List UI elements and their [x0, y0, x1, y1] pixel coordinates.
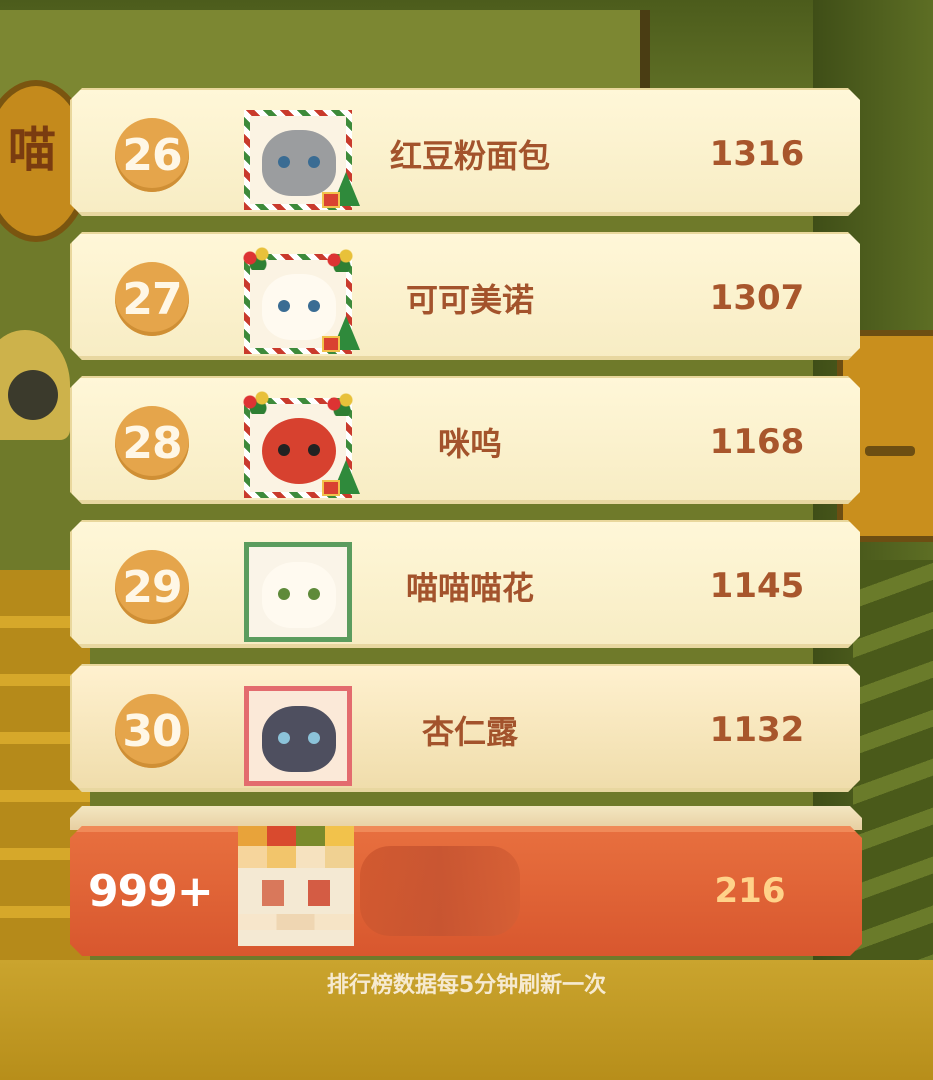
- player-score: 1307: [709, 278, 805, 318]
- my-name-redacted: [360, 846, 520, 936]
- rank-badge: 27: [115, 262, 189, 336]
- my-rank-bar[interactable]: 999+ 216: [70, 826, 862, 956]
- leaderboard-row[interactable]: 28 咪呜 1168: [70, 376, 860, 504]
- player-name: 咪呜: [437, 425, 502, 463]
- refresh-note: 排行榜数据每5分钟刷新一次: [326, 973, 607, 998]
- cat-decoration: [0, 330, 70, 440]
- my-rank: 999+: [88, 865, 214, 917]
- rank-badge: 26: [115, 118, 189, 192]
- player-name: 杏仁露: [421, 713, 518, 751]
- leaderboard-row[interactable]: 30 杏仁露 1132: [70, 664, 860, 792]
- rank-badge: 28: [115, 406, 189, 480]
- shop-sign-text: 喵: [8, 122, 57, 178]
- player-score: 1145: [709, 566, 805, 606]
- leaderboard-row[interactable]: 26 红豆粉面包 1316: [70, 88, 860, 216]
- my-avatar-pixelated: [238, 826, 354, 946]
- player-score: 1168: [709, 422, 805, 462]
- player-avatar: [240, 100, 360, 212]
- player-avatar: [240, 532, 360, 644]
- player-avatar: [240, 676, 360, 788]
- player-score: 1316: [709, 134, 805, 174]
- player-name: 可可美诺: [405, 281, 534, 319]
- player-score: 1132: [709, 710, 805, 750]
- player-avatar: [240, 388, 360, 500]
- player-name: 喵喵喵花: [405, 569, 534, 607]
- my-score: 216: [714, 871, 786, 911]
- player-name: 红豆粉面包: [390, 137, 551, 175]
- leaderboard-row[interactable]: 29 喵喵喵花 1145: [70, 520, 860, 648]
- player-avatar: [240, 244, 360, 356]
- leaderboard-row[interactable]: 27 可可美诺 1307: [70, 232, 860, 360]
- rank-badge: 30: [115, 694, 189, 768]
- rank-badge: 29: [115, 550, 189, 624]
